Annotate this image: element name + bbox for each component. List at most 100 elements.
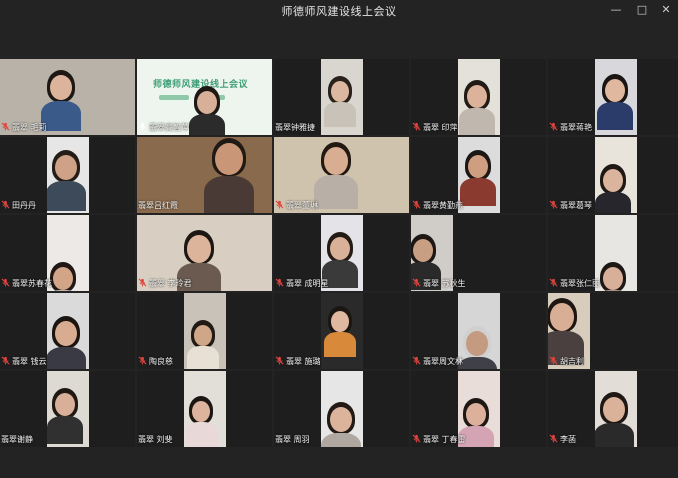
participant-name-label: 翡翠董琳	[275, 200, 320, 212]
participant-name: 翡翠 毛莉	[12, 123, 47, 132]
participant-tile[interactable]: 翡翠 李玲君	[137, 215, 272, 291]
participant-tile[interactable]: 翡翠 苏秋生	[411, 215, 546, 291]
mic-icon	[139, 122, 146, 131]
mic-muted-icon	[1, 356, 10, 365]
mic-muted-icon	[412, 356, 421, 365]
participant-name-label: 翡翠 成明星	[275, 278, 331, 290]
mic-muted-icon	[412, 122, 421, 131]
participant-name-label: 翡翠 丁春雷	[412, 434, 468, 446]
participant-name-label: 翡翠张仁丽	[549, 278, 602, 290]
participant-name: 翡翠董琳	[286, 201, 318, 210]
participant-name-label: 翡翠蒋艳	[549, 122, 594, 134]
participant-tile[interactable]: 翡翠黄勤燕	[411, 137, 546, 213]
close-icon[interactable]: ✕	[654, 2, 678, 18]
participant-name-label: 翡翠周文林	[412, 356, 465, 368]
maximize-icon[interactable]: □	[630, 2, 654, 18]
participant-tile[interactable]: 翡翠 钱云	[0, 293, 135, 369]
participant-tile[interactable]: 翡翠董琳	[274, 137, 409, 213]
mic-muted-icon	[412, 278, 421, 287]
participant-name: 翡翠 丁春雷	[423, 435, 466, 444]
participant-tile[interactable]: 胡吉利	[548, 293, 678, 369]
participant-name-label: 翡翠谢静	[1, 434, 35, 446]
participant-tile[interactable]: 翡翠 毛莉	[0, 59, 135, 135]
participant-name: 翡翠 施璐	[286, 357, 321, 366]
window-title: 师德师风建设线上会议	[281, 5, 397, 18]
participant-name: 翡翠 刘斐	[138, 435, 173, 444]
participant-name: 翡翠 钱云	[12, 357, 47, 366]
participant-tile[interactable]: 翡翠苏春花	[0, 215, 135, 291]
participant-tile[interactable]: 翡翠张仁丽	[548, 215, 678, 291]
participant-name-label: 翡翠钟雅捷	[275, 122, 317, 134]
participant-tile[interactable]: 田丹丹	[0, 137, 135, 213]
participant-name: 翡翠苏春花	[12, 279, 52, 288]
mic-muted-icon	[1, 278, 10, 287]
mic-muted-icon	[1, 200, 10, 209]
participant-video	[458, 59, 500, 135]
participant-tile[interactable]: 翡翠葛琴	[548, 137, 678, 213]
participant-video	[47, 137, 89, 213]
participant-name: 翡翠 成明星	[286, 279, 329, 288]
mic-muted-icon	[412, 200, 421, 209]
participant-name: 翡翠吕红霞	[138, 201, 178, 210]
participant-name-label: 翡翠 苏秋生	[412, 278, 468, 290]
participant-name: 翡翠 李玲君	[149, 279, 192, 288]
participant-name-label: 翡翠 李玲君	[138, 278, 194, 290]
participant-name-label: 胡吉利	[549, 356, 586, 368]
participant-name-label: 翡翠 周羽	[275, 434, 312, 446]
participant-grid: 翡翠 毛莉 师德师风建设线上会议 翡翠高智萍 翡翠钟雅捷 翡翠 印萍 翡翠蒋艳田丹丹 翡翠吕…	[0, 59, 678, 447]
participant-video	[184, 371, 226, 447]
participant-name-label: 翡翠 印萍	[412, 122, 460, 134]
mic-muted-icon	[275, 356, 284, 365]
participant-name-label: 翡翠 毛莉	[1, 122, 49, 134]
participant-tile[interactable]: 翡翠周文林	[411, 293, 546, 369]
participant-name: 翡翠周文林	[423, 357, 463, 366]
mic-muted-icon	[138, 278, 147, 287]
participant-name: 胡吉利	[560, 357, 584, 366]
participant-name-label: 翡翠苏春花	[1, 278, 54, 290]
participant-name-label: 李菡	[549, 434, 578, 446]
participant-name-label: 翡翠 刘斐	[138, 434, 175, 446]
participant-name: 翡翠高智萍	[149, 123, 189, 132]
participant-video	[47, 371, 89, 447]
participant-name-label: 翡翠高智萍	[138, 122, 191, 134]
participant-tile[interactable]: 翡翠 周羽	[274, 371, 409, 447]
participant-name-label: 翡翠 钱云	[1, 356, 49, 368]
participant-tile[interactable]: 翡翠 成明星	[274, 215, 409, 291]
participant-tile[interactable]: 翡翠蒋艳	[548, 59, 678, 135]
participant-video	[321, 293, 363, 369]
participant-name: 翡翠黄勤燕	[423, 201, 463, 210]
participant-tile[interactable]: 翡翠谢静	[0, 371, 135, 447]
participant-name-label: 田丹丹	[1, 200, 38, 212]
participant-name: 陶良慈	[149, 357, 173, 366]
participant-video	[595, 371, 637, 447]
participant-name: 田丹丹	[12, 201, 36, 210]
participant-tile[interactable]: 李菡	[548, 371, 678, 447]
participant-tile[interactable]: 师德师风建设线上会议 翡翠高智萍	[137, 59, 272, 135]
participant-name-label: 翡翠黄勤燕	[412, 200, 465, 212]
participant-name-label: 翡翠吕红霞	[138, 200, 180, 212]
participant-video	[595, 59, 637, 135]
participant-name: 翡翠 周羽	[275, 435, 310, 444]
participant-name: 翡翠 印萍	[423, 123, 458, 132]
participant-name: 李菡	[560, 435, 576, 444]
participant-tile[interactable]: 翡翠钟雅捷	[274, 59, 409, 135]
participant-tile[interactable]: 翡翠吕红霞	[137, 137, 272, 213]
participant-tile[interactable]: 翡翠 施璐	[274, 293, 409, 369]
minimize-icon[interactable]: —	[604, 2, 628, 18]
title-bar: 师德师风建设线上会议 — □ ✕	[0, 0, 678, 22]
participant-name-label: 翡翠 施璐	[275, 356, 323, 368]
mic-muted-icon	[549, 434, 558, 443]
participant-name: 翡翠钟雅捷	[275, 123, 315, 132]
participant-video	[595, 137, 637, 213]
participant-tile[interactable]: 翡翠 印萍	[411, 59, 546, 135]
participant-name-label: 陶良慈	[138, 356, 175, 368]
mic-muted-icon	[138, 356, 147, 365]
participant-tile[interactable]: 翡翠 丁春雷	[411, 371, 546, 447]
mic-muted-icon	[275, 200, 284, 209]
mic-muted-icon	[1, 122, 10, 131]
participant-name: 翡翠蒋艳	[560, 123, 592, 132]
participant-tile[interactable]: 翡翠 刘斐	[137, 371, 272, 447]
mic-muted-icon	[549, 356, 558, 365]
participant-video	[47, 293, 89, 369]
participant-tile[interactable]: 陶良慈	[137, 293, 272, 369]
